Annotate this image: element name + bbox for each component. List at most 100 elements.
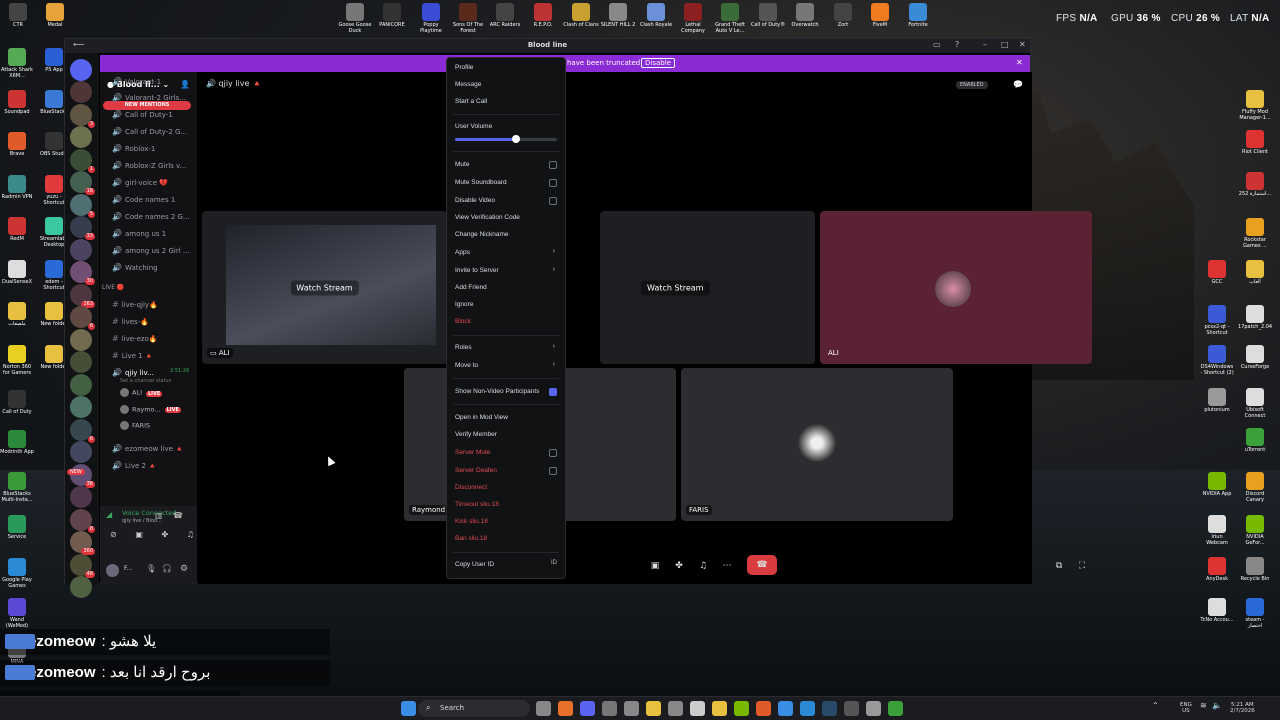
watch-stream-button[interactable]: Watch Stream — [290, 280, 359, 295]
enabled-badge[interactable]: ENABLED — [956, 81, 988, 89]
settings-gear-icon[interactable]: ⚙ — [180, 564, 188, 574]
disconnect-icon[interactable]: ☎ — [173, 511, 183, 520]
channel-item[interactable]: 🔊 Roblox-Z Girls v... — [112, 161, 186, 170]
voice-user[interactable]: Raymo... LIVE — [120, 404, 181, 414]
menu-add-friend[interactable]: Add Friend — [455, 284, 487, 291]
settings-icon[interactable] — [624, 701, 639, 716]
end-call-button[interactable]: ☎ — [747, 555, 777, 575]
server-icon[interactable]: 33 — [70, 216, 95, 240]
activities-icon[interactable]: ✤ — [161, 530, 168, 544]
desktop-icon-top[interactable]: Grand Theft Auto V Le... — [712, 3, 748, 34]
server-icon[interactable]: 360 — [70, 531, 95, 555]
show-non-video-checkbox[interactable] — [549, 388, 557, 396]
server-icon[interactable]: 16 — [70, 171, 95, 195]
desktop-icon-top[interactable]: Sons Of The Forest — [450, 3, 486, 34]
desktop-icon-right[interactable]: استمارة 252... — [1238, 172, 1272, 197]
server-icon[interactable]: 5 — [70, 193, 95, 218]
server-icon[interactable]: 1 — [70, 148, 95, 173]
language-indicator[interactable]: ENG US — [1180, 702, 1192, 714]
desktop-icon-right[interactable]: Recycle Bin — [1238, 557, 1272, 582]
desktop-icon-right[interactable]: ألعاب — [1238, 260, 1272, 285]
menu-profile[interactable]: Profile — [455, 64, 473, 71]
server-icon[interactable] — [70, 126, 92, 148]
headphones-icon[interactable]: 🎧 — [162, 564, 172, 573]
menu-start-call[interactable]: Start a Call — [455, 98, 487, 105]
menu-move-to[interactable]: Move to — [455, 362, 478, 369]
store-icon[interactable] — [778, 701, 793, 716]
desktop-icon-right[interactable]: CurseForge — [1238, 345, 1272, 370]
microphone-icon[interactable]: 🎙 — [146, 564, 156, 573]
desktop-icon-top[interactable]: ARC Raiders — [487, 3, 523, 28]
taskbar-search[interactable]: Search — [418, 700, 530, 717]
server-deafen-checkbox[interactable] — [549, 467, 557, 475]
server-mute-checkbox[interactable] — [549, 449, 557, 457]
menu-server-deafen[interactable]: Server Deafen — [455, 467, 497, 474]
clock-icon[interactable] — [668, 701, 683, 716]
channel-item[interactable]: 🔊 among us 1 — [112, 229, 166, 238]
popout-icon[interactable]: ⧉ — [1048, 557, 1070, 575]
add-member-icon[interactable]: 👤 — [180, 80, 190, 89]
soundboard-icon[interactable]: ♫ — [187, 530, 194, 544]
mute-checkbox[interactable] — [549, 161, 557, 169]
disable-video-checkbox[interactable] — [549, 197, 557, 205]
channel-item[interactable]: 🔊 Roblox-1 — [112, 144, 155, 153]
desktop-icon-right[interactable]: DS4Windows - Shortcut (2) — [1200, 345, 1234, 376]
stream-tile-ali[interactable]: Watch Stream ▭ ALI — [202, 211, 447, 364]
desktop-icon-right[interactable]: Riot Client — [1238, 130, 1272, 155]
self-avatar[interactable] — [106, 564, 119, 577]
channel-item[interactable]: 🔊 Call of Duty-2 G... — [112, 127, 187, 136]
server-icon[interactable] — [70, 373, 92, 396]
desktop-icon-left[interactable]: Service — [0, 515, 34, 540]
menu-kick[interactable]: Kick sliu.18 — [455, 518, 488, 525]
desktop-icon-right[interactable]: NVIDIA GeFor... — [1238, 515, 1272, 546]
menu-mute-soundboard[interactable]: Mute Soundboard — [455, 179, 507, 186]
server-icon[interactable]: 163 — [70, 283, 95, 308]
server-icon[interactable]: 30 — [70, 261, 95, 285]
volume-slider-handle[interactable] — [512, 135, 521, 143]
desktop-icon-right[interactable]: pcsx2-qt - Shortcut — [1200, 305, 1234, 336]
server-icon[interactable] — [70, 328, 92, 351]
menu-apps[interactable]: Apps — [455, 249, 470, 256]
menu-ban[interactable]: Ban sliu.18 — [455, 535, 487, 542]
channel-item[interactable]: # Live 1 🔺 — [112, 351, 154, 360]
channel-item[interactable]: # live-ezo🔥 — [112, 334, 158, 343]
desktop-icon-top[interactable]: Medal — [37, 3, 73, 28]
voice-status[interactable]: Voice Connected — [122, 509, 176, 517]
channel-item[interactable]: 🔊 Code names 2 G... — [112, 212, 190, 221]
channel-item[interactable]: # live-qjiy🔥 — [112, 300, 158, 309]
inbox-icon[interactable]: ▭ — [933, 40, 941, 49]
volume-icon[interactable]: 🔈 — [1212, 702, 1222, 710]
server-icon[interactable]: 48 — [70, 553, 95, 578]
desktop-icon-right[interactable]: uTorrent — [1238, 428, 1272, 453]
desktop-icon-left[interactable]: Attack Shark X6M... — [0, 48, 34, 79]
server-icon[interactable]: 6 — [70, 418, 95, 443]
help-icon[interactable]: ? — [955, 40, 959, 49]
stream-tile-raymond[interactable]: Watch Stream — [600, 211, 815, 364]
obs-icon[interactable] — [844, 701, 859, 716]
menu-mute[interactable]: Mute — [455, 161, 469, 168]
widgets-icon[interactable] — [602, 701, 617, 716]
desktop-icon-top[interactable]: Fortnite — [900, 3, 936, 28]
desktop-icon-top[interactable]: PANICORE — [374, 3, 410, 28]
menu-verify-member[interactable]: Verify Member — [455, 431, 497, 438]
desktop-icon-right[interactable]: Ubisoft Connect — [1238, 388, 1272, 419]
desktop-icon-left[interactable]: DualSenseX — [0, 260, 34, 285]
menu-timeout[interactable]: Timeout sliu.18 — [455, 501, 499, 508]
menu-block[interactable]: Block — [455, 318, 471, 325]
desktop-icon-top[interactable]: CTR — [0, 3, 36, 28]
desktop-icon-right[interactable]: TcNo Accou... — [1200, 598, 1234, 623]
desktop-icon-right[interactable]: steam - اختصار — [1238, 598, 1272, 629]
desktop-icon-top[interactable]: Lethal Company — [675, 3, 711, 34]
wifi-icon[interactable]: ≋ — [1200, 702, 1207, 710]
watch-stream-button-2[interactable]: Watch Stream — [641, 280, 710, 295]
steam-icon[interactable] — [822, 701, 837, 716]
menu-roles[interactable]: Roles — [455, 344, 472, 351]
voice-user[interactable]: ALI LIVE — [120, 388, 163, 397]
windows-start-icon[interactable] — [401, 701, 416, 716]
desktop-icon-top[interactable]: R.E.P.O. — [525, 3, 561, 28]
channel-item[interactable]: 🔊 among us 2 Girl ... — [112, 246, 190, 255]
xbox-icon[interactable] — [888, 701, 903, 716]
tray-chevron-icon[interactable]: ⌃ — [1152, 702, 1159, 710]
banner-disable-button[interactable]: Disable — [641, 58, 675, 68]
desktop-icon-left[interactable]: Google Play Games — [0, 558, 34, 589]
